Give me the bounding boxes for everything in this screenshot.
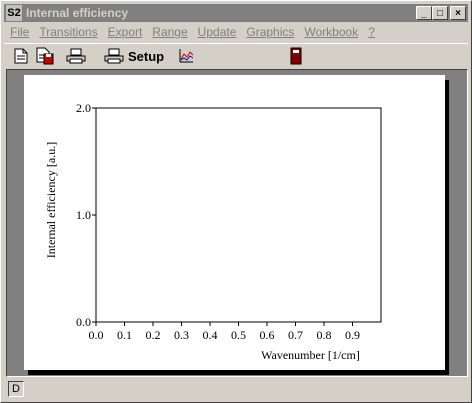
device-icon[interactable]: [290, 46, 302, 66]
menu-transitions[interactable]: Transitions: [34, 25, 102, 39]
toolbar: Setup: [4, 43, 468, 68]
x-tick-label: 0.3: [174, 328, 189, 342]
status-bar: D: [4, 379, 468, 399]
window-title: Internal efficiency: [26, 6, 129, 20]
x-tick-label: 0.1: [117, 328, 132, 342]
minimize-button[interactable]: _: [416, 6, 432, 20]
y-tick-label: 1.0: [76, 208, 91, 222]
print-setup-button[interactable]: Setup: [104, 46, 164, 66]
menu-bar: File Transitions Export Range Update Gra…: [4, 23, 468, 41]
status-indicator: D: [8, 381, 24, 397]
menu-export[interactable]: Export: [103, 25, 148, 39]
menu-update[interactable]: Update: [193, 25, 242, 39]
chart: 0.0 0.1 0.2 0.3 0.4 0.5 0.6 0.7 0.8 0.9 0.0 1.0 2.0 W…: [44, 101, 382, 362]
close-button[interactable]: ×: [450, 6, 466, 20]
maximize-button[interactable]: □: [432, 6, 448, 20]
y-axis-label: Internal efficiency [a.u.]: [44, 142, 58, 258]
x-tick-label: 0.0: [89, 328, 104, 342]
x-tick-label: 0.4: [203, 328, 218, 342]
x-tick-label: 0.7: [288, 328, 303, 342]
menu-range[interactable]: Range: [147, 25, 192, 39]
menu-workbook[interactable]: Workbook: [299, 25, 363, 39]
x-tick-label: 0.8: [317, 328, 332, 342]
menu-file[interactable]: File: [4, 25, 34, 39]
print-setup-icon: [104, 48, 124, 64]
y-tick-label: 0.0: [76, 315, 91, 329]
y-tick-label: 2.0: [76, 101, 91, 115]
menu-graphics[interactable]: Graphics: [241, 25, 299, 39]
title-bar[interactable]: S2 Internal efficiency _ □ ×: [4, 4, 468, 22]
plot-frame: [95, 107, 382, 323]
menu-help[interactable]: ?: [363, 25, 380, 39]
print-icon[interactable]: [66, 46, 86, 66]
setup-label: Setup: [128, 48, 165, 64]
plot-page: 0.0 0.1 0.2 0.3 0.4 0.5 0.6 0.7 0.8 0.9 0.0 1.0 2.0 W…: [24, 75, 445, 370]
chart-icon[interactable]: [178, 46, 194, 66]
x-tick-label: 0.5: [231, 328, 246, 342]
page-icon[interactable]: [14, 46, 28, 66]
x-tick-label: 0.2: [146, 328, 161, 342]
x-tick-label: 0.9: [345, 328, 360, 342]
app-icon[interactable]: S2: [6, 5, 22, 21]
page-save-icon[interactable]: [36, 46, 54, 66]
app-window: S2 Internal efficiency _ □ × File Transi…: [0, 0, 472, 403]
x-tick-label: 0.6: [260, 328, 275, 342]
x-axis-label: Wavenumber [1/cm]: [261, 348, 360, 362]
